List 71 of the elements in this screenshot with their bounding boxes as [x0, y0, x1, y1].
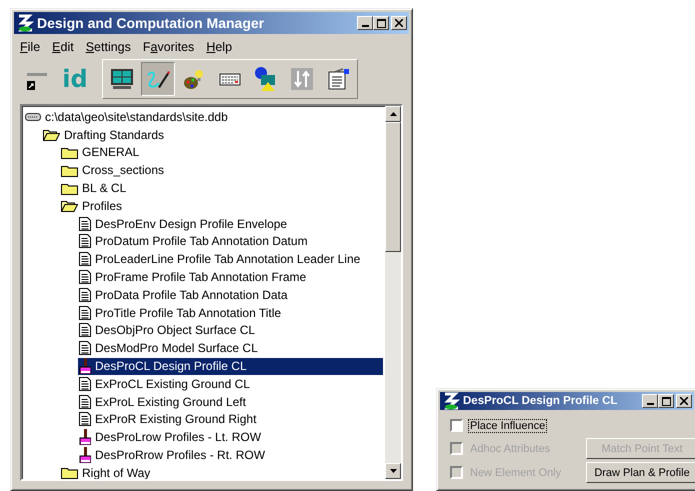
maximize-button[interactable]	[373, 16, 389, 30]
maximize-icon	[662, 396, 670, 406]
document-icon	[79, 270, 91, 284]
dialog-button[interactable]: Draw Plan & Profile	[586, 462, 695, 483]
maximize-button[interactable]	[658, 394, 674, 408]
tree-item[interactable]: BL & CL	[60, 180, 130, 197]
tree-item[interactable]: DesObjPro Object Surface CL	[78, 322, 258, 339]
document-icon	[79, 341, 91, 356]
paintbrush-icon	[79, 358, 91, 374]
close-button[interactable]	[391, 16, 407, 30]
tree-item[interactable]: DesModPro Model Surface CL	[78, 340, 261, 357]
tree-item[interactable]: DesProCL Design Profile CL	[78, 358, 383, 375]
down-arrow-icon	[390, 469, 396, 473]
tree-item[interactable]: c:\data\geo\site\standards\site.ddb	[24, 108, 231, 126]
folder-icon	[61, 182, 78, 195]
scroll-up-button[interactable]	[385, 106, 401, 122]
scrollbar[interactable]	[385, 106, 401, 479]
folder-icon	[61, 466, 78, 479]
tree-item[interactable]: Profiles	[60, 197, 126, 214]
menu-item[interactable]: Settings	[86, 40, 131, 54]
minimize-button[interactable]	[642, 394, 658, 408]
tree-item[interactable]: DesProLrow Profiles - Lt. ROW	[78, 428, 264, 446]
document-icon	[79, 412, 91, 426]
open-folder-icon	[43, 128, 60, 142]
tree-item[interactable]: DesProRrow Profiles - Rt. ROW	[78, 446, 268, 464]
tree-item[interactable]: ProDatum Profile Tab Annotation Datum	[78, 232, 311, 250]
close-button[interactable]	[676, 394, 692, 408]
document-icon	[79, 323, 91, 338]
app-logo-icon	[16, 14, 34, 32]
drive-icon	[25, 112, 41, 122]
scroll-thumb[interactable]	[385, 122, 401, 252]
checkbox-label[interactable]: Place Influence	[469, 420, 546, 432]
document-icon	[79, 288, 91, 302]
tree-item[interactable]: ExProL Existing Ground Left	[78, 393, 249, 410]
tree-item[interactable]: Drafting Standards	[42, 126, 168, 144]
folder-icon	[61, 146, 78, 159]
menu-item[interactable]: Favorites	[142, 40, 194, 54]
scroll-down-button[interactable]	[385, 463, 401, 479]
tree-item[interactable]: ProData Profile Tab Annotation Data	[78, 286, 291, 304]
pencil-icon[interactable]	[141, 62, 175, 96]
maximize-icon	[376, 18, 386, 28]
tree-item[interactable]: GENERAL	[60, 144, 142, 161]
window-title: Design and Computation Manager	[37, 15, 266, 31]
app-logo-icon	[442, 392, 460, 410]
folder-icon	[61, 164, 78, 177]
minimize-button[interactable]	[357, 16, 373, 30]
menu-item[interactable]: Edit	[52, 40, 74, 54]
paintbrush-icon	[79, 447, 91, 464]
document-icon	[79, 252, 91, 266]
document-icon	[79, 376, 91, 391]
close-icon	[680, 397, 688, 405]
tree-item[interactable]: ExProR Existing Ground Right	[78, 410, 260, 428]
tree-item[interactable]: ExProCL Existing Ground CL	[78, 375, 253, 392]
checkbox[interactable]	[450, 419, 463, 432]
paintbrush-icon	[79, 429, 91, 446]
document-icon	[79, 216, 91, 231]
tree-item[interactable]: ProLeaderLine Profile Tab Annotation Leader Line	[78, 250, 364, 268]
tree-item[interactable]: Cross_sections	[60, 162, 168, 179]
tree-item[interactable]: DesProEnv Design Profile Envelope	[78, 215, 290, 232]
document-icon	[79, 306, 91, 320]
tree-item[interactable]: ProTitle Profile Tab Annotation Title	[78, 304, 284, 322]
tree-item[interactable]: Right of Way	[60, 464, 154, 479]
menu-item[interactable]: File	[20, 40, 40, 54]
tree-item[interactable]: ProFrame Profile Tab Annotation Frame	[78, 268, 310, 286]
open-folder-icon	[61, 199, 78, 212]
up-arrow-icon	[390, 112, 396, 116]
document-icon	[79, 234, 91, 248]
close-icon	[395, 19, 403, 27]
window-title: DesProCL Design Profile CL	[463, 395, 618, 407]
document-icon	[79, 394, 91, 409]
menu-item[interactable]: Help	[206, 40, 232, 54]
